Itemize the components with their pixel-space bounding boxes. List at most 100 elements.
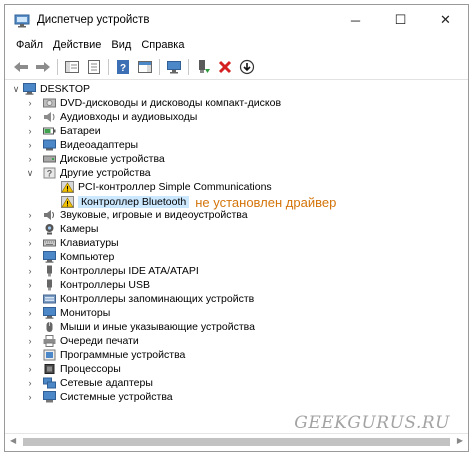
back-arrow-icon[interactable] [12, 58, 30, 76]
software-device-icon [43, 349, 56, 361]
category-other-devices[interactable]: ? Другие устройства [43, 166, 151, 180]
minimize-button[interactable]: ─ [333, 5, 378, 35]
tree-root-label: DESKTOP [40, 83, 90, 95]
category-label: Камеры [60, 223, 99, 235]
ide-controller-icon [43, 265, 56, 277]
category-keyboards[interactable]: Клавиатуры [43, 236, 119, 250]
help-icon[interactable]: ? [114, 58, 132, 76]
device-manager-icon [13, 11, 31, 29]
network-adapter-icon [43, 377, 56, 389]
disk-drive-icon [43, 153, 56, 165]
category-system-devices[interactable]: Системные устройства [43, 390, 173, 404]
computer-icon [43, 251, 56, 263]
menu-action[interactable]: Действие [48, 39, 106, 51]
horizontal-scrollbar[interactable]: ◀ ▶ [5, 433, 468, 451]
category-monitors[interactable]: Мониторы [43, 306, 110, 320]
close-button[interactable]: ✕ [423, 5, 468, 35]
category-label: Контроллеры USB [60, 279, 150, 291]
category-sound-devices[interactable]: Звуковые, игровые и видеоустройства [43, 208, 248, 222]
expand-chevron-icon[interactable]: › [25, 236, 35, 250]
category-label: Клавиатуры [60, 237, 119, 249]
update-driver-icon[interactable] [194, 58, 212, 76]
console-tree-icon[interactable] [63, 58, 81, 76]
category-label: Процессоры [60, 363, 121, 375]
expand-chevron-icon[interactable]: › [25, 278, 35, 292]
expand-chevron-icon[interactable]: › [25, 96, 35, 110]
printer-icon [43, 335, 56, 347]
disable-device-icon[interactable] [238, 58, 256, 76]
expand-chevron-icon[interactable]: › [25, 264, 35, 278]
warning-device-icon [61, 196, 74, 208]
category-label: Системные устройства [60, 391, 173, 403]
expand-chevron-icon[interactable]: › [25, 376, 35, 390]
menu-view[interactable]: Вид [106, 39, 136, 51]
collapse-chevron-icon[interactable]: ∨ [25, 166, 35, 180]
category-label: Батареи [60, 125, 101, 137]
menu-file[interactable]: Файл [11, 39, 48, 51]
uninstall-device-icon[interactable] [216, 58, 234, 76]
category-display-adapters[interactable]: Видеоадаптеры [43, 138, 138, 152]
category-dvd-drives[interactable]: DVD-дисководы и дисководы компакт-дисков [43, 96, 281, 110]
expand-chevron-icon[interactable]: › [25, 208, 35, 222]
category-mice[interactable]: Мыши и иные указывающие устройства [43, 320, 255, 334]
properties-icon[interactable] [85, 58, 103, 76]
menu-help[interactable]: Справка [136, 39, 189, 51]
scroll-left-icon[interactable]: ◀ [10, 436, 16, 445]
expand-chevron-icon[interactable]: › [25, 110, 35, 124]
tree-root-desktop[interactable]: DESKTOP [23, 82, 90, 96]
unknown-device-icon: ? [43, 167, 56, 179]
expand-chevron-icon[interactable]: › [25, 306, 35, 320]
category-label: Дисковые устройства [60, 153, 165, 165]
scrollbar-thumb[interactable] [23, 438, 450, 446]
category-label: Программные устройства [60, 349, 186, 361]
storage-controller-icon [43, 293, 56, 305]
expand-chevron-icon[interactable]: › [25, 138, 35, 152]
category-label: Аудиовходы и аудиовыходы [60, 111, 198, 123]
category-label: Контроллеры IDE ATA/ATAPI [60, 265, 199, 277]
category-computer[interactable]: Компьютер [43, 250, 114, 264]
expand-chevron-icon[interactable]: › [25, 250, 35, 264]
expand-chevron-icon[interactable]: › [25, 320, 35, 334]
toolbar-separator [108, 58, 109, 75]
maximize-button[interactable]: ☐ [378, 5, 423, 35]
scroll-right-icon[interactable]: ▶ [457, 436, 463, 445]
category-batteries[interactable]: Батареи [43, 124, 101, 138]
category-usb-controllers[interactable]: Контроллеры USB [43, 278, 150, 292]
expand-chevron-icon[interactable]: › [25, 334, 35, 348]
system-device-icon [43, 391, 56, 403]
category-audio-io[interactable]: Аудиовходы и аудиовыходы [43, 110, 197, 124]
monitor-icon [43, 307, 56, 319]
category-print-queues[interactable]: Очереди печати [43, 334, 139, 348]
scan-hardware-icon[interactable] [165, 58, 183, 76]
speaker-icon [43, 111, 56, 123]
device-pci-simple-communications[interactable]: PCI-контроллер Simple Communications [61, 180, 272, 194]
category-cameras[interactable]: Камеры [43, 222, 98, 236]
category-software-devices[interactable]: Программные устройства [43, 348, 185, 362]
action-pane-icon[interactable] [136, 58, 154, 76]
collapse-chevron-icon[interactable]: ∨ [11, 82, 21, 96]
expand-chevron-icon[interactable]: › [25, 390, 35, 404]
category-network-adapters[interactable]: Сетевые адаптеры [43, 376, 153, 390]
category-storage-controllers[interactable]: Контроллеры запоминающих устройств [43, 292, 254, 306]
keyboard-icon [43, 237, 56, 249]
toolbar-separator [159, 58, 160, 75]
toolbar: ? [5, 54, 468, 80]
expand-chevron-icon[interactable]: › [25, 222, 35, 236]
expand-chevron-icon[interactable]: › [25, 348, 35, 362]
expand-chevron-icon[interactable]: › [25, 292, 35, 306]
forward-arrow-icon[interactable] [34, 58, 52, 76]
svg-text:?: ? [47, 169, 53, 179]
dvd-drive-icon [43, 97, 56, 109]
category-ide-controllers[interactable]: Контроллеры IDE ATA/ATAPI [43, 264, 199, 278]
watermark: GEEKGURUS.RU [294, 413, 450, 433]
device-label-selected: Контроллер Bluetooth [78, 196, 190, 208]
category-processors[interactable]: Процессоры [43, 362, 121, 376]
category-disk-drives[interactable]: Дисковые устройства [43, 152, 165, 166]
svg-text:?: ? [120, 63, 126, 74]
expand-chevron-icon[interactable]: › [25, 152, 35, 166]
expand-chevron-icon[interactable]: › [25, 124, 35, 138]
category-label: Контроллеры запоминающих устройств [60, 293, 255, 305]
expand-chevron-icon[interactable]: › [25, 362, 35, 376]
toolbar-separator [188, 58, 189, 75]
battery-icon [43, 125, 56, 137]
